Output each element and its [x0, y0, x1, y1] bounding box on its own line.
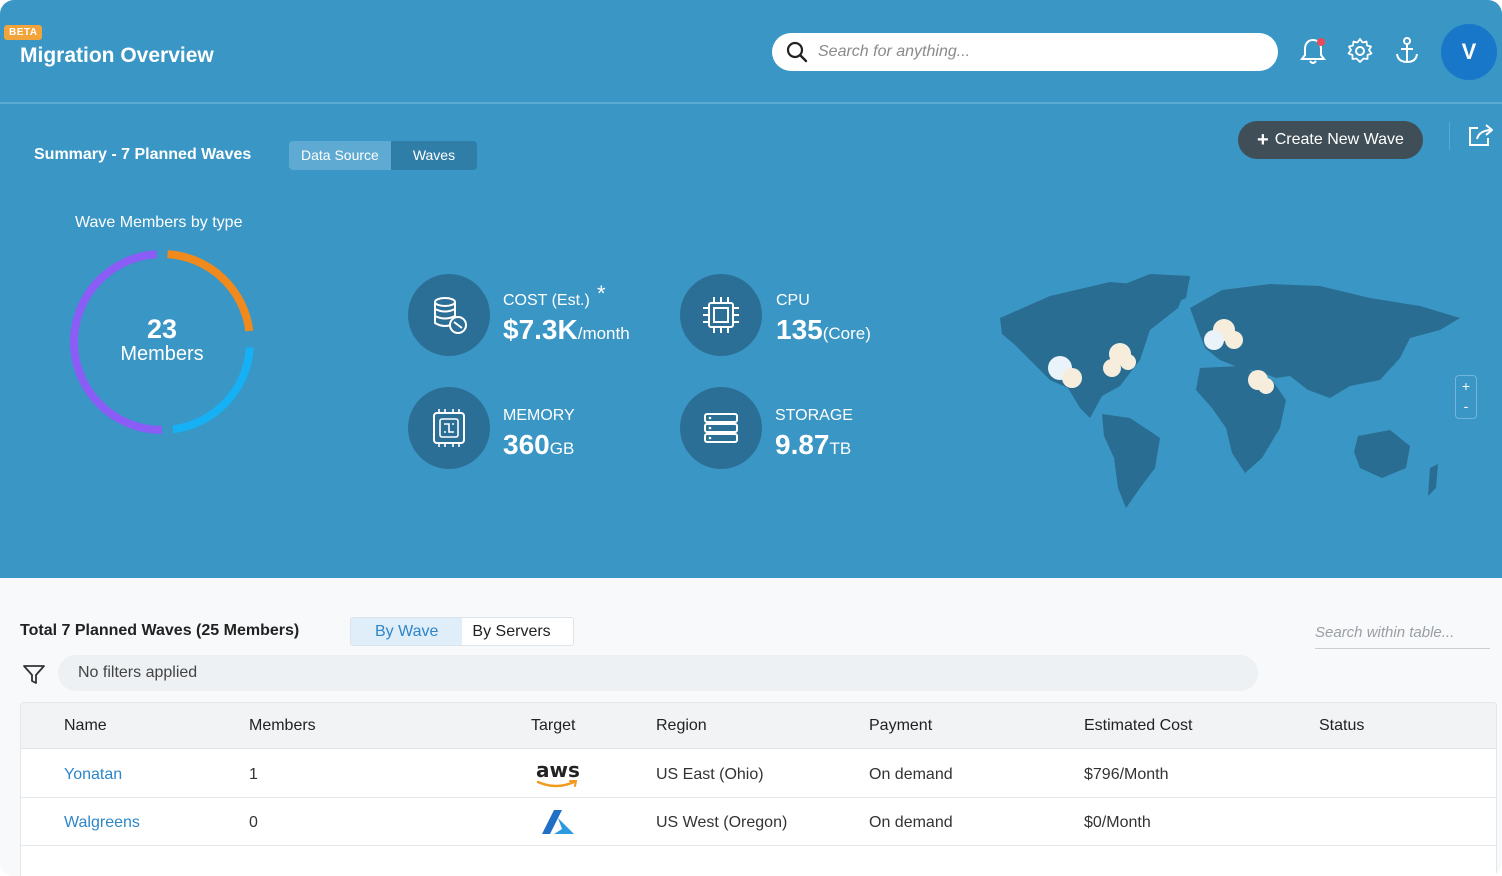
summary-segment-control: Data Source Waves [289, 141, 478, 170]
waves-table-title: Total 7 Planned Waves (25 Members) [20, 622, 300, 639]
donut-member-label: Members [120, 343, 204, 365]
cost-unit: /month [577, 324, 630, 343]
filter-status-bar[interactable]: No filters applied [58, 655, 1258, 691]
coins-icon [434, 297, 467, 334]
map-zoom-out-button[interactable]: - [1456, 396, 1476, 416]
toolbar-divider [1449, 122, 1450, 150]
view-by-servers[interactable]: By Servers [462, 618, 573, 645]
summary-title: Summary - 7 Planned Waves [34, 146, 252, 163]
memory-metric-badge [408, 387, 490, 469]
cpu-unit: (Core) [822, 324, 871, 343]
wave-member-count: 1 [249, 766, 258, 783]
storage-label: STORAGE [775, 407, 853, 424]
segment-data-source[interactable]: Data Source [289, 141, 391, 170]
summary-panel: BETA Migration Overview Search for anyth… [0, 0, 1502, 578]
wave-estimated-cost: $0/Month [1084, 814, 1151, 831]
column-estimated-cost[interactable]: Estimated Cost [1084, 717, 1192, 735]
aws-logo-icon: aws [536, 760, 580, 788]
share-export-icon[interactable] [1466, 122, 1496, 153]
global-search[interactable] [772, 33, 1278, 71]
cost-label: COST (Est.) [503, 292, 590, 309]
storage-server-icon [704, 413, 738, 443]
wave-region: US East (Ohio) [656, 766, 764, 783]
search-input[interactable] [818, 43, 1258, 61]
wave-payment: On demand [869, 766, 953, 783]
column-target[interactable]: Target [531, 717, 575, 735]
storage-metric-badge [680, 387, 762, 469]
plus-icon: + [1257, 129, 1269, 151]
table-search-input[interactable] [1315, 624, 1485, 641]
map-zoom-in-button[interactable]: + [1456, 376, 1476, 396]
memory-chip-icon [433, 409, 465, 447]
wave-name-link[interactable]: Walgreens [64, 814, 140, 832]
cpu-value: 135(Core) [776, 314, 871, 346]
donut-title: Wave Members by type [75, 214, 243, 231]
page-title: Migration Overview [20, 44, 214, 67]
memory-value: 360GB [503, 429, 574, 461]
storage-unit: TB [829, 439, 852, 458]
header-divider [0, 102, 1502, 104]
app-window: BETA Migration Overview Search for anyth… [0, 0, 1502, 876]
cost-amount: $7.3K [503, 314, 578, 345]
wave-region: US West (Oregon) [656, 814, 788, 831]
table-search[interactable] [1315, 624, 1490, 649]
create-new-wave-label: Create New Wave [1274, 131, 1404, 148]
view-by-wave[interactable]: By Wave [351, 618, 463, 645]
storage-amount: 9.87 [775, 429, 830, 460]
world-map-landmass [1000, 274, 1460, 508]
storage-value: 9.87TB [775, 429, 851, 461]
cost-metric-badge [408, 274, 490, 356]
wave-member-count: 0 [249, 814, 258, 831]
column-region[interactable]: Region [656, 717, 707, 735]
cpu-chip-icon [703, 297, 739, 333]
wave-estimated-cost: $796/Month [1084, 766, 1169, 783]
memory-label: MEMORY [503, 407, 575, 424]
table-row[interactable]: Yonatan 1 aws US East (Ohio) On demand $… [21, 750, 1496, 798]
column-name[interactable]: Name [64, 717, 107, 735]
memory-amount: 360 [503, 429, 550, 460]
donut-member-count: 23 [146, 314, 178, 344]
anchor-icon[interactable] [1390, 34, 1424, 68]
cpu-amount: 135 [776, 314, 823, 345]
column-payment[interactable]: Payment [869, 717, 932, 735]
aws-logo-text: aws [536, 758, 580, 782]
world-map [1000, 274, 1460, 508]
memory-unit: GB [549, 439, 575, 458]
search-icon [786, 41, 808, 63]
notification-bell-icon[interactable] [1296, 34, 1330, 68]
cost-asterisk: * [597, 281, 606, 306]
filter-icon[interactable] [22, 662, 46, 691]
user-avatar[interactable]: V [1441, 24, 1497, 80]
cpu-metric-badge [680, 274, 762, 356]
wave-name-link[interactable]: Yonatan [64, 766, 122, 784]
column-status[interactable]: Status [1319, 717, 1364, 735]
map-zoom-control: + - [1455, 375, 1477, 419]
cost-value: $7.3K/month [503, 314, 630, 346]
column-members[interactable]: Members [249, 717, 316, 735]
settings-gear-icon[interactable] [1343, 34, 1377, 68]
waves-table: Name Members Target Region Payment Estim… [20, 702, 1497, 876]
wave-payment: On demand [869, 814, 953, 831]
table-header: Name Members Target Region Payment Estim… [21, 703, 1496, 749]
azure-logo-icon [540, 808, 576, 841]
table-view-toggle: By Wave By Servers [350, 617, 574, 646]
create-new-wave-button[interactable]: + Create New Wave [1238, 121, 1423, 159]
cpu-label: CPU [776, 292, 810, 309]
segment-waves[interactable]: Waves [390, 141, 478, 170]
beta-badge: BETA [4, 25, 43, 40]
table-row[interactable]: Walgreens 0 US West (Oregon) On demand $… [21, 798, 1496, 846]
